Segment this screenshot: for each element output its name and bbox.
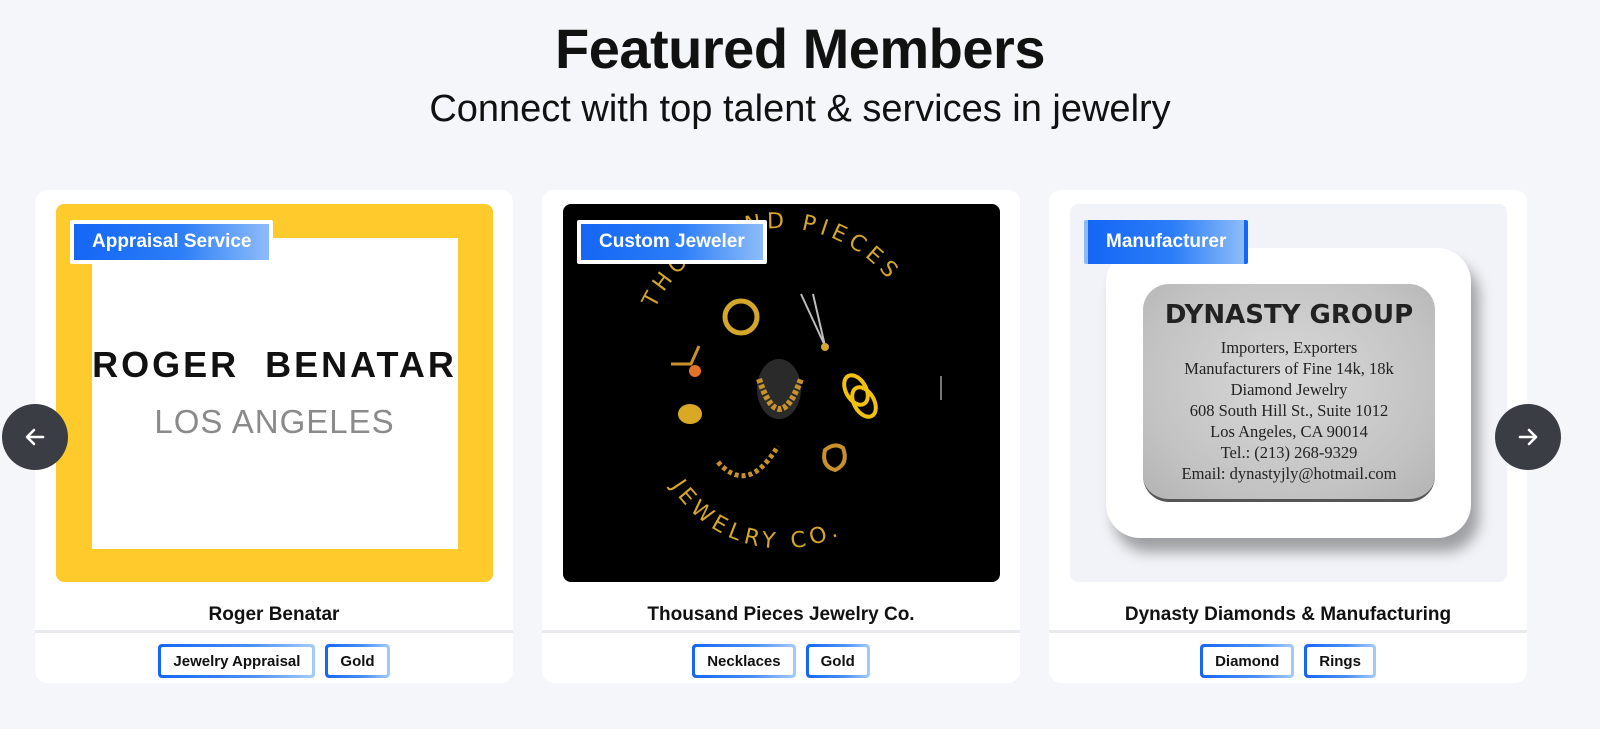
business-card-line: Diamond Jewelry xyxy=(1230,380,1348,399)
tag-label: Jewelry Appraisal xyxy=(161,647,313,675)
hoop-earring-icon xyxy=(822,443,847,473)
edge-mark xyxy=(940,376,942,400)
pendant-icon xyxy=(821,343,829,351)
category-badge: Custom Jeweler xyxy=(577,220,767,264)
category-badge: Manufacturer xyxy=(1084,220,1249,264)
business-card-line: Importers, Exporters xyxy=(1220,338,1358,357)
nugget-ring-icon xyxy=(678,404,702,424)
tag-chip[interactable]: Jewelry Appraisal xyxy=(158,644,316,678)
member-name[interactable]: Dynasty Diamonds & Manufacturing xyxy=(1049,604,1527,626)
logo-line-1: ROGER BENATAR xyxy=(92,344,457,385)
business-card-title: DYNASTY GROUP xyxy=(1164,300,1414,330)
charm-chain-icon xyxy=(671,345,701,366)
tag-chip[interactable]: Necklaces xyxy=(692,644,796,678)
business-card-line: 608 South Hill St., Suite 1012 xyxy=(1189,401,1389,420)
tag-list: Necklaces Gold xyxy=(542,644,1020,678)
member-name[interactable]: Thousand Pieces Jewelry Co. xyxy=(542,604,1020,626)
business-card-line: Email: dynastyjly@hotmail.com xyxy=(1181,464,1397,483)
logo-arc-bottom-path: JEWELRY CO. xyxy=(665,474,841,555)
member-card-roger-benatar[interactable]: ROGER BENATAR LOS ANGELES Appraisal Serv… xyxy=(35,190,513,683)
business-card-line: Tel.: (213) 268-9329 xyxy=(1220,443,1358,462)
logo-arc-bottom-text: JEWELRY CO. xyxy=(665,474,846,555)
carousel-prev-button[interactable] xyxy=(2,404,68,470)
tag-list: Diamond Rings xyxy=(1049,644,1527,678)
tag-chip[interactable]: Rings xyxy=(1304,644,1376,678)
member-name[interactable]: Roger Benatar xyxy=(35,604,513,626)
business-card-line: Los Angeles, CA 90014 xyxy=(1210,422,1368,441)
logo-white-panel xyxy=(92,238,458,549)
section-subtitle: Connect with top talent & services in je… xyxy=(429,88,1171,130)
logo-line-2: LOS ANGELES xyxy=(154,403,395,440)
tag-chip[interactable]: Gold xyxy=(325,644,390,678)
tag-list: Jewelry Appraisal Gold xyxy=(35,644,513,678)
tag-label: Gold xyxy=(328,647,387,675)
divider xyxy=(35,630,513,633)
divider xyxy=(1049,630,1527,633)
ring-icon xyxy=(722,298,760,336)
member-card-thousand-pieces[interactable]: THOUSAND PIECES JEWELRY CO. Custom Je xyxy=(542,190,1020,683)
arrow-left-icon xyxy=(25,428,45,446)
section-title: Featured Members xyxy=(555,17,1045,80)
carousel-next-button[interactable] xyxy=(1495,404,1561,470)
tag-label: Rings xyxy=(1307,647,1373,675)
pendant-chain-icon xyxy=(800,293,826,347)
bracelet-icon xyxy=(716,444,781,479)
member-card-dynasty-diamonds[interactable]: DYNASTY GROUP Importers, Exporters Manuf… xyxy=(1049,190,1527,683)
charm-icon xyxy=(689,365,701,377)
tag-chip[interactable]: Diamond xyxy=(1200,644,1295,678)
tag-label: Diamond xyxy=(1203,647,1292,675)
category-badge: Appraisal Service xyxy=(70,220,274,264)
tag-label: Necklaces xyxy=(695,647,793,675)
divider xyxy=(542,630,1020,633)
business-card-line: Manufacturers of Fine 14k, 18k xyxy=(1184,359,1394,378)
arrow-right-icon xyxy=(1518,428,1538,446)
tag-label: Gold xyxy=(808,647,867,675)
tag-chip[interactable]: Gold xyxy=(805,644,870,678)
